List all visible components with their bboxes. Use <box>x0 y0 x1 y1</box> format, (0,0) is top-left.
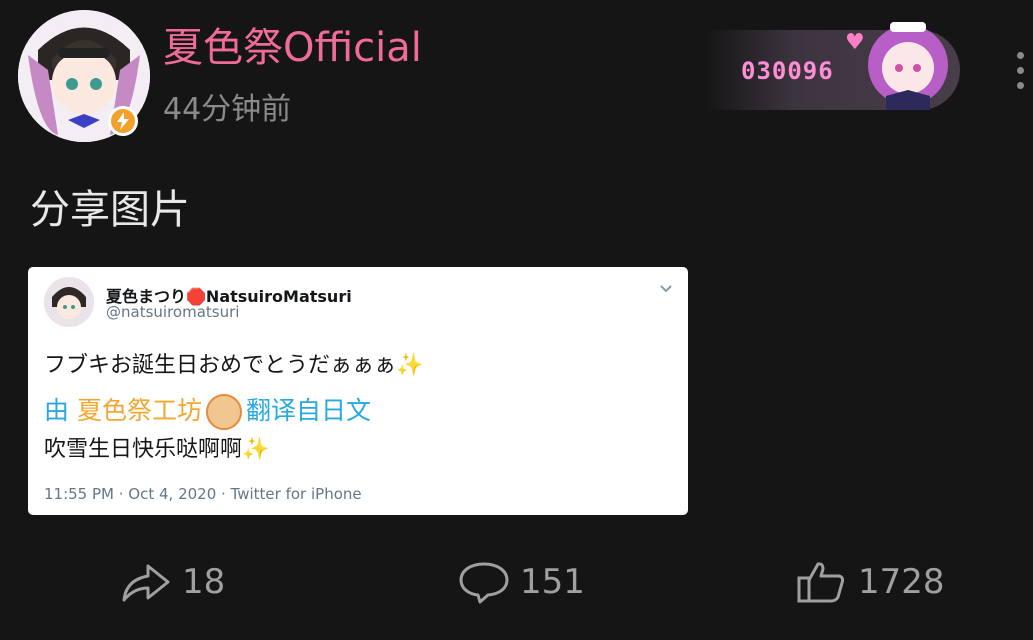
tweet-text-ja: フブキお誕生日おめでとうだぁぁぁ <box>44 353 397 378</box>
tweet-handle[interactable]: @natsuiromatsuri <box>106 303 239 321</box>
tweet-text-line1: フブキお誕生日おめでとうだぁぁぁ✨ <box>44 347 423 379</box>
fan-medal[interactable]: ♥ 030096 <box>705 22 960 110</box>
username[interactable]: 夏色祭Official <box>163 28 422 68</box>
tweet-text-zh: 吹雪生日快乐哒啊啊 <box>44 437 243 462</box>
translation-studio[interactable]: 夏色祭工坊 <box>77 396 202 425</box>
verified-bolt-icon <box>108 106 138 136</box>
comment-icon <box>459 562 509 604</box>
more-vertical-icon[interactable] <box>1010 52 1030 92</box>
studio-badge-icon <box>205 394 242 430</box>
share-count: 18 <box>182 562 226 602</box>
chevron-down-icon[interactable] <box>660 281 672 297</box>
sparkle-icon: ✨ <box>396 353 424 378</box>
sparkle-icon: ✨ <box>242 437 270 462</box>
comment-button[interactable]: 151 <box>458 560 585 604</box>
comment-count: 151 <box>520 562 585 602</box>
tweet-meta: 11:55 PM · Oct 4, 2020 · Twitter for iPh… <box>44 485 362 503</box>
share-button[interactable]: 18 <box>120 560 225 604</box>
tweet-avatar <box>44 277 94 327</box>
share-icon <box>122 564 170 602</box>
translation-prefix: 由 <box>44 396 70 425</box>
like-count: 1728 <box>858 562 945 602</box>
translation-note: 由 夏色祭工坊 翻译自日文 <box>44 391 371 430</box>
tweet-card[interactable]: 夏色まつり🛑NatsuiroMatsuri @natsuiromatsuri フ… <box>28 267 688 515</box>
post-time: 44分钟前 <box>163 92 292 127</box>
medal-count: 030096 <box>741 57 834 85</box>
like-icon <box>797 562 845 603</box>
translation-suffix: 翻译自日文 <box>245 396 371 425</box>
post-text: 分享图片 <box>30 187 190 233</box>
medal-character-image <box>868 22 948 110</box>
tweet-text-line3: 吹雪生日快乐哒啊啊✨ <box>44 431 269 463</box>
like-button[interactable]: 1728 <box>796 560 945 604</box>
